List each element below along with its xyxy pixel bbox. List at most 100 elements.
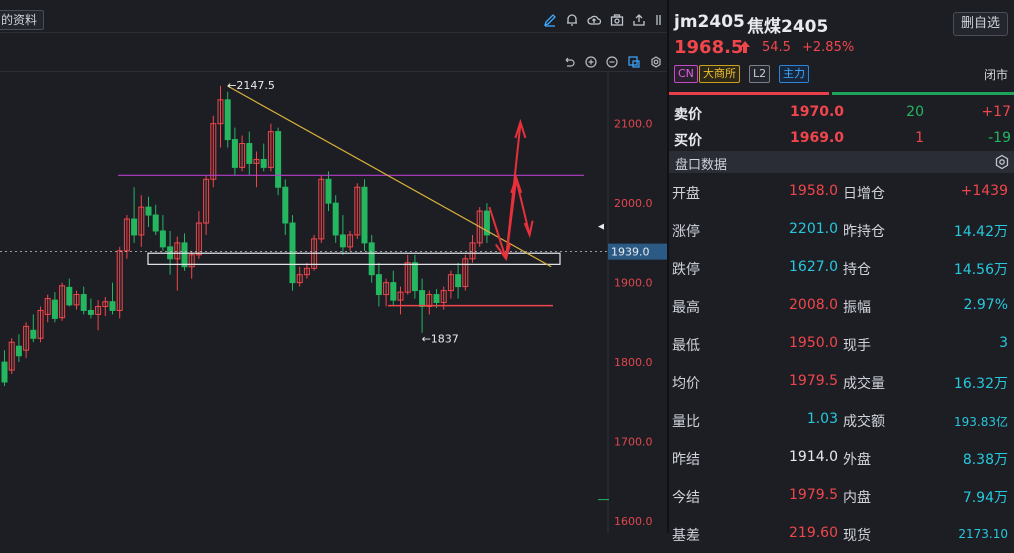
badge-cn: CN	[674, 65, 698, 83]
bid-ask-strength-bar	[669, 92, 1014, 95]
section-title: 盘口数据	[675, 158, 728, 173]
y-tick-label: 2000.0	[614, 197, 653, 210]
row-label: 昨持仓	[843, 224, 885, 240]
y-tick-label: 1600.0	[614, 515, 653, 528]
candle	[433, 294, 440, 304]
y-tick-label: 1900.0	[614, 277, 653, 290]
row-label: 现货	[843, 528, 871, 544]
pencil-icon[interactable]	[543, 13, 557, 27]
candle	[152, 214, 159, 232]
row-value: 1979.5	[789, 487, 838, 503]
candle	[332, 202, 339, 236]
row-label: 均价	[672, 376, 700, 392]
row-label: 成交量	[843, 376, 885, 392]
ask-delta: +17	[981, 104, 1011, 120]
row-value: 2008.0	[789, 297, 838, 313]
candlestick-chart[interactable]: 2100.0 2000.0 1900.0 1800.0 1700.0 1600.0 1939…	[0, 72, 667, 533]
consolidation-box[interactable]	[147, 252, 561, 265]
chart-pane[interactable]: 的资料 2100.0 2000.0 1900.0 1800.0 1700.0 1600.0…	[0, 0, 667, 533]
candle	[224, 99, 231, 141]
row-value: 1627.0	[789, 259, 838, 275]
row-value: 1958.0	[789, 183, 838, 199]
share-icon[interactable]	[632, 13, 646, 27]
candle	[339, 234, 346, 248]
row-label: 跌停	[672, 262, 700, 278]
low-annotation: ←1837	[422, 333, 459, 346]
bid-label: 买价	[674, 133, 702, 149]
row-value: 16.32万	[953, 376, 1008, 392]
row-value: 7.94万	[962, 490, 1008, 506]
row-label: 持仓	[843, 262, 871, 278]
candle	[145, 206, 152, 216]
candle	[375, 274, 382, 296]
candle	[66, 286, 73, 306]
layout-icon[interactable]	[628, 56, 640, 68]
row-label: 成交额	[843, 414, 885, 430]
settings-icon[interactable]	[994, 154, 1010, 170]
y-tick-label: 1700.0	[614, 436, 653, 449]
candle	[30, 329, 37, 339]
candle	[411, 262, 418, 292]
bid-delta: -19	[988, 130, 1011, 146]
badge-main-contract: 主力	[779, 65, 809, 83]
data-row: 均价 1979.5 成交量 16.32万	[669, 363, 1014, 401]
ask-price: 1970.0	[790, 104, 845, 120]
y-tick-label: 2100.0	[614, 118, 653, 131]
tab-info[interactable]: 的资料	[0, 10, 45, 30]
row-value: 2201.0	[789, 221, 838, 237]
candle	[51, 299, 58, 319]
bid-row[interactable]: 买价 1969.0 1 -19	[669, 126, 1014, 150]
zoom-out-icon[interactable]	[606, 56, 618, 68]
ask-volume: 20	[906, 104, 924, 120]
undo-icon[interactable]	[563, 56, 575, 68]
row-value: 193.83亿	[954, 415, 1008, 429]
candle	[325, 178, 332, 204]
row-value: 14.42万	[953, 224, 1008, 240]
row-label: 今结	[672, 490, 700, 506]
row-value: 2.97%	[963, 297, 1008, 313]
cloud-icon[interactable]	[587, 13, 601, 27]
row-label: 现手	[843, 338, 871, 354]
candle	[260, 158, 267, 168]
price-change: 54.5	[762, 40, 791, 55]
remove-watchlist-button[interactable]: 删自选	[952, 12, 1008, 36]
candle	[361, 186, 368, 244]
candle	[87, 309, 94, 315]
candle	[246, 143, 253, 164]
row-label: 量比	[672, 414, 700, 430]
last-price: 1968.5	[674, 37, 744, 58]
camera-icon[interactable]	[610, 13, 624, 27]
row-value: +1439	[960, 183, 1008, 199]
expand-icon[interactable]	[653, 13, 667, 27]
row-value: 1914.0	[789, 449, 838, 465]
row-value: 8.38万	[962, 452, 1008, 468]
candle	[131, 218, 138, 236]
data-row: 最低 1950.0 现手 3	[669, 325, 1014, 363]
row-label: 最高	[672, 300, 700, 316]
candle	[109, 301, 116, 311]
data-row: 最高 2008.0 振幅 2.97%	[669, 287, 1014, 325]
candle	[282, 186, 289, 224]
ask-label: 卖价	[674, 107, 702, 123]
candle	[419, 290, 426, 307]
candle	[80, 294, 87, 311]
row-label: 内盘	[843, 490, 871, 506]
row-value: 2173.10	[958, 527, 1008, 541]
bell-icon[interactable]	[565, 13, 579, 27]
zoom-in-icon[interactable]	[585, 56, 597, 68]
arrow-up-icon	[740, 41, 750, 53]
candle	[1, 361, 8, 383]
row-value: 1.03	[806, 411, 838, 427]
candle	[15, 345, 22, 357]
price-change-percent: +2.85%	[802, 40, 855, 55]
ask-row[interactable]: 卖价 1970.0 20 +17	[669, 100, 1014, 124]
bid-volume: 1	[915, 130, 924, 146]
candle	[455, 274, 462, 288]
data-row: 昨结 1914.0 外盘 8.38万	[669, 439, 1014, 477]
row-label: 昨结	[672, 452, 700, 468]
candle	[231, 139, 238, 168]
settings-icon[interactable]	[650, 56, 662, 68]
cursor-marker-icon	[598, 223, 604, 230]
row-value: 14.56万	[953, 262, 1008, 278]
badge-exchange: 大商所	[699, 65, 740, 83]
